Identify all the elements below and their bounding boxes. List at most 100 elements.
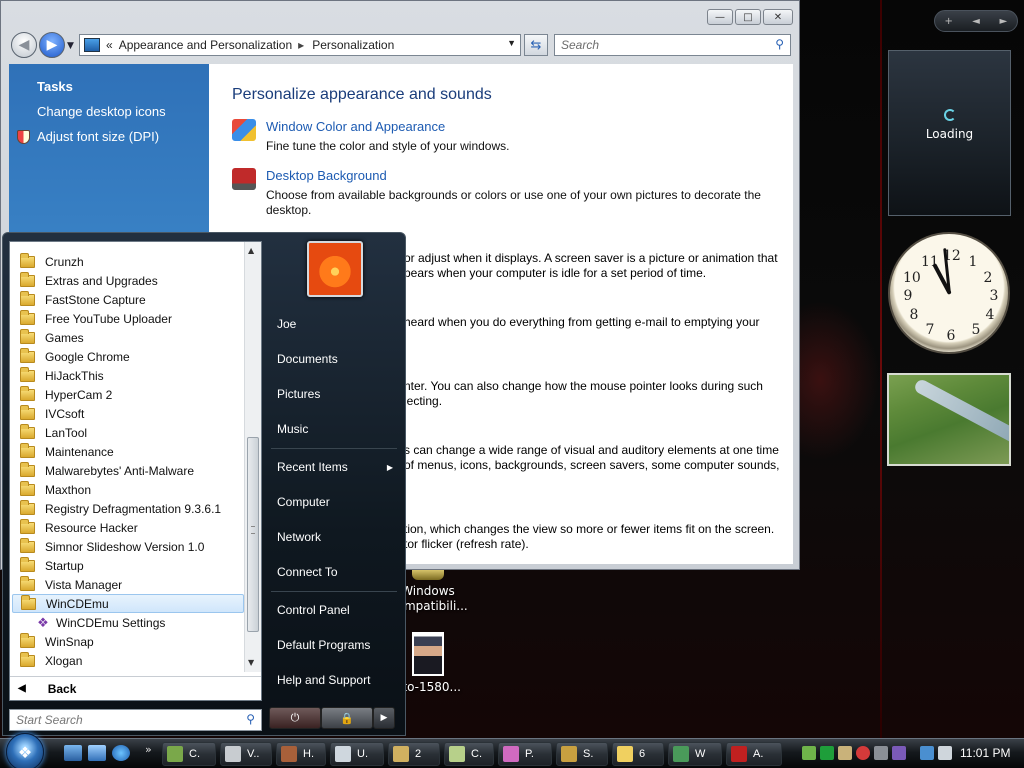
menu-item-joe[interactable]: Joe <box>265 309 401 339</box>
breadcrumb-personalization[interactable]: Personalization <box>312 38 394 52</box>
menu-item-help-support[interactable]: Help and Support <box>265 665 401 695</box>
prev-page-icon[interactable]: ◄ <box>962 16 989 27</box>
menu-item-network[interactable]: Network <box>265 522 401 552</box>
program-folder[interactable]: Xlogan <box>12 651 244 670</box>
tray-app-icon[interactable] <box>838 746 852 760</box>
link-desktop-background[interactable]: Desktop Background <box>266 168 387 183</box>
clock-gadget[interactable]: 12 1 2 3 4 5 6 7 8 9 10 11 <box>888 232 1010 354</box>
program-folder[interactable]: Resource Hacker <box>12 518 244 537</box>
address-root-chevron[interactable]: « <box>106 38 113 52</box>
menu-item-connect-to[interactable]: Connect To <box>265 557 401 587</box>
task-change-desktop-icons[interactable]: Change desktop icons <box>37 104 166 119</box>
tray-app-icon[interactable] <box>820 746 834 760</box>
back-button[interactable]: ◀ <box>11 32 37 58</box>
taskbar-button[interactable]: H. <box>276 742 326 766</box>
menu-item-default-programs[interactable]: Default Programs <box>265 630 401 660</box>
close-button[interactable]: ✕ <box>763 9 793 25</box>
taskbar-button[interactable]: C. <box>162 742 216 766</box>
taskbar-button[interactable]: 2 <box>388 742 440 766</box>
tray-app-icon[interactable] <box>856 746 870 760</box>
tray-app-icon[interactable] <box>874 746 888 760</box>
menu-item-pictures[interactable]: Pictures <box>265 379 401 409</box>
switch-windows-icon[interactable] <box>88 745 106 761</box>
refresh-button[interactable]: ⇆ <box>524 34 548 56</box>
add-gadget-icon[interactable]: + <box>935 16 962 27</box>
taskbar-button[interactable]: S. <box>556 742 608 766</box>
window-color-icon <box>232 119 256 141</box>
program-folder[interactable]: Maxthon <box>12 480 244 499</box>
loading-gadget[interactable]: Loading <box>888 50 1011 216</box>
slideshow-gadget[interactable] <box>887 373 1011 466</box>
program-folder[interactable]: Google Chrome <box>12 347 244 366</box>
task-adjust-font-size[interactable]: Adjust font size (DPI) <box>37 129 159 144</box>
search-icon[interactable]: ⚲ <box>775 37 784 51</box>
menu-item-label: Default Programs <box>277 638 371 652</box>
program-list-scrollbar[interactable]: ▲ ▼ <box>244 242 261 672</box>
program-folder[interactable]: LanTool <box>12 423 244 442</box>
breadcrumb-appearance[interactable]: Appearance and Personalization <box>119 38 292 52</box>
taskbar-button[interactable]: V.. <box>220 742 272 766</box>
scroll-down-icon[interactable]: ▼ <box>248 658 254 667</box>
quick-launch-more-icon[interactable]: » <box>145 743 152 756</box>
tray-app-icon[interactable] <box>892 746 906 760</box>
program-folder[interactable]: Registry Defragmentation 9.3.6.1 <box>12 499 244 518</box>
menu-item-computer[interactable]: Computer <box>265 487 401 517</box>
menu-item-documents[interactable]: Documents <box>265 344 401 374</box>
back-button[interactable]: ◀ Back <box>10 676 261 700</box>
program-folder[interactable]: HyperCam 2 <box>12 385 244 404</box>
taskbar-button[interactable]: 6 <box>612 742 664 766</box>
minimize-button[interactable]: — <box>707 9 733 25</box>
recent-pages-dropdown[interactable]: ▼ <box>67 41 74 51</box>
program-folder[interactable]: HiJackThis <box>12 366 244 385</box>
program-folder[interactable]: Startup <box>12 556 244 575</box>
program-folder[interactable]: Games <box>12 328 244 347</box>
taskbar-button[interactable]: U. <box>330 742 384 766</box>
internet-explorer-icon[interactable] <box>112 745 130 761</box>
next-page-icon[interactable]: ► <box>990 16 1017 27</box>
folder-icon <box>20 271 35 287</box>
program-label: Startup <box>45 558 84 573</box>
scroll-thumb[interactable] <box>247 437 259 632</box>
address-dropdown-icon[interactable]: ▼ <box>507 38 516 48</box>
search-input[interactable]: Search ⚲ <box>554 34 791 56</box>
menu-item-control-panel[interactable]: Control Panel <box>265 595 401 625</box>
program-folder[interactable]: Simnor Slideshow Version 1.0 <box>12 537 244 556</box>
start-search-input[interactable]: Start Search ⚲ <box>9 709 262 731</box>
program-folder[interactable]: Malwarebytes' Anti-Malware <box>12 461 244 480</box>
show-desktop-icon[interactable] <box>64 745 82 761</box>
program-folder[interactable]: FastStone Capture <box>12 290 244 309</box>
lock-button[interactable]: 🔒 <box>321 707 373 729</box>
shutdown-options-button[interactable]: ▶ <box>373 707 395 729</box>
taskbar-button[interactable]: W <box>668 742 722 766</box>
taskbar-button[interactable]: P. <box>498 742 552 766</box>
program-folder[interactable]: WinSnap <box>12 632 244 651</box>
program-folder[interactable]: Maintenance <box>12 442 244 461</box>
start-button[interactable]: ❖ <box>6 733 44 768</box>
clock-time[interactable]: 11:01 PM <box>960 746 1010 760</box>
user-picture[interactable] <box>307 241 363 297</box>
forward-button[interactable]: ▶ <box>39 32 65 58</box>
volume-icon[interactable] <box>938 746 952 760</box>
folder-icon <box>20 366 35 382</box>
menu-item-music[interactable]: Music <box>265 414 401 444</box>
menu-item-recent-items[interactable]: Recent Items ▶ <box>265 452 401 482</box>
folder-icon <box>20 499 35 515</box>
breadcrumb-separator-icon[interactable]: ▸ <box>298 38 304 52</box>
power-button[interactable]: ⏻ <box>269 707 321 729</box>
program-folder[interactable]: Crunzh <box>12 252 244 271</box>
search-icon[interactable]: ⚲ <box>246 712 255 726</box>
program-folder[interactable]: Vista Manager <box>12 575 244 594</box>
address-bar[interactable]: « Appearance and Personalization ▸ Perso… <box>79 34 521 56</box>
program-folder[interactable]: Extras and Upgrades <box>12 271 244 290</box>
program-folder[interactable]: IVCsoft <box>12 404 244 423</box>
link-window-color[interactable]: Window Color and Appearance <box>266 119 445 134</box>
program-shortcut[interactable]: ❖ WinCDEmu Settings <box>12 613 244 632</box>
network-icon[interactable] <box>920 746 934 760</box>
scroll-up-icon[interactable]: ▲ <box>248 246 254 255</box>
program-folder[interactable]: Free YouTube Uploader <box>12 309 244 328</box>
maximize-button[interactable]: □ <box>735 9 761 25</box>
taskbar-button[interactable]: A. <box>726 742 782 766</box>
tray-app-icon[interactable] <box>802 746 816 760</box>
taskbar-button[interactable]: C. <box>444 742 494 766</box>
program-folder[interactable]: WinCDEmu <box>12 594 244 613</box>
